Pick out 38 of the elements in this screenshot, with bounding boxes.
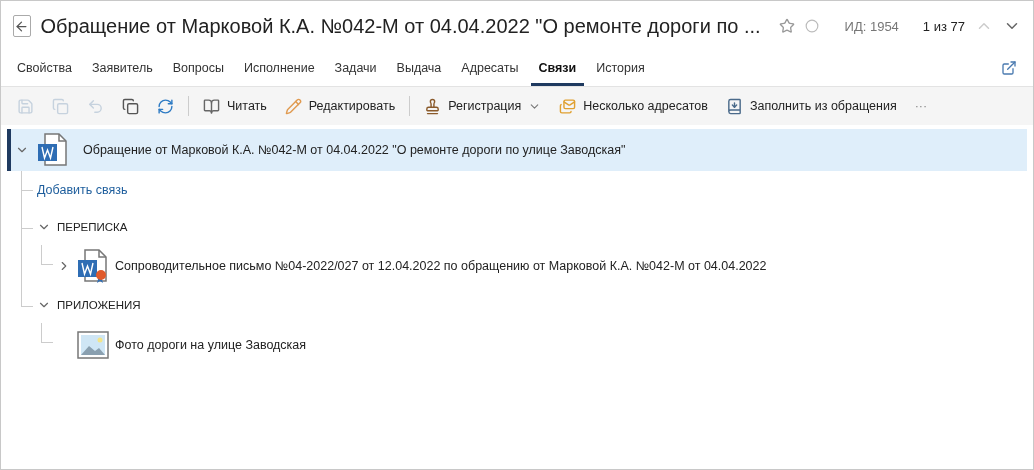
stamp-icon xyxy=(424,97,442,115)
tab[interactable]: Задачи xyxy=(326,61,385,86)
document-title: Обращение от Марковой К.А. №042-М от 04.04.2022 "О ремонте дороги по улице Заводская" xyxy=(83,143,626,157)
book-import-icon xyxy=(725,97,743,115)
id-label: ИД: 1954 xyxy=(844,18,899,34)
back-button[interactable] xyxy=(13,15,31,37)
toolbar-button[interactable]: Регистрация xyxy=(416,93,550,119)
undo-icon xyxy=(87,97,104,115)
group-label: ПЕРЕПИСКА xyxy=(57,221,128,233)
refresh-icon xyxy=(157,97,174,115)
save-icon xyxy=(17,97,34,115)
document-title[interactable]: Сопроводительное письмо №04-2022/027 от 12.04.2022 по обращению от Марковой К.А. №042-М от 04.04.2022 xyxy=(115,259,767,273)
tab[interactable]: История xyxy=(588,61,653,86)
toolbar-button[interactable]: Несколько адресатов xyxy=(551,93,716,119)
save-copy-icon xyxy=(52,97,69,115)
tree-root-row[interactable]: Обращение от Марковой К.А. №042-М от 04.04.2022 "О ремонте дороги по улице Заводская" xyxy=(7,129,1027,171)
group-label: ПРИЛОЖЕНИЯ xyxy=(57,299,141,311)
tab[interactable]: Заявитель xyxy=(83,61,161,86)
tab[interactable]: Исполнение xyxy=(235,61,323,86)
toolbar-button[interactable]: Читать xyxy=(195,93,275,119)
document-icon xyxy=(37,133,69,167)
pager-label: 1 из 77 xyxy=(922,18,965,34)
window-title: Обращение от Марковой К.А. №042-М от 04.04.2022 "О ремонте дороги по ... xyxy=(40,14,761,38)
tab[interactable]: Свойства xyxy=(9,61,80,86)
toolbar-button[interactable]: Заполнить из обращения xyxy=(717,93,905,119)
tab[interactable]: Выдача xyxy=(388,61,450,86)
copy-icon xyxy=(122,97,139,115)
envelopes-icon xyxy=(559,97,577,115)
image-icon xyxy=(77,331,109,359)
image-title[interactable]: Фото дороги на улице Заводская xyxy=(115,338,307,352)
tab[interactable]: Адресаты xyxy=(453,61,527,86)
certified-document-icon xyxy=(77,249,109,283)
toolbar-button[interactable]: Редактировать xyxy=(276,93,404,119)
more-button[interactable]: ··· xyxy=(906,95,936,117)
book-icon xyxy=(203,97,220,115)
pencil-icon xyxy=(284,97,302,115)
add-link[interactable]: Добавить связь xyxy=(37,183,128,197)
tab[interactable]: Вопросы xyxy=(164,61,232,86)
